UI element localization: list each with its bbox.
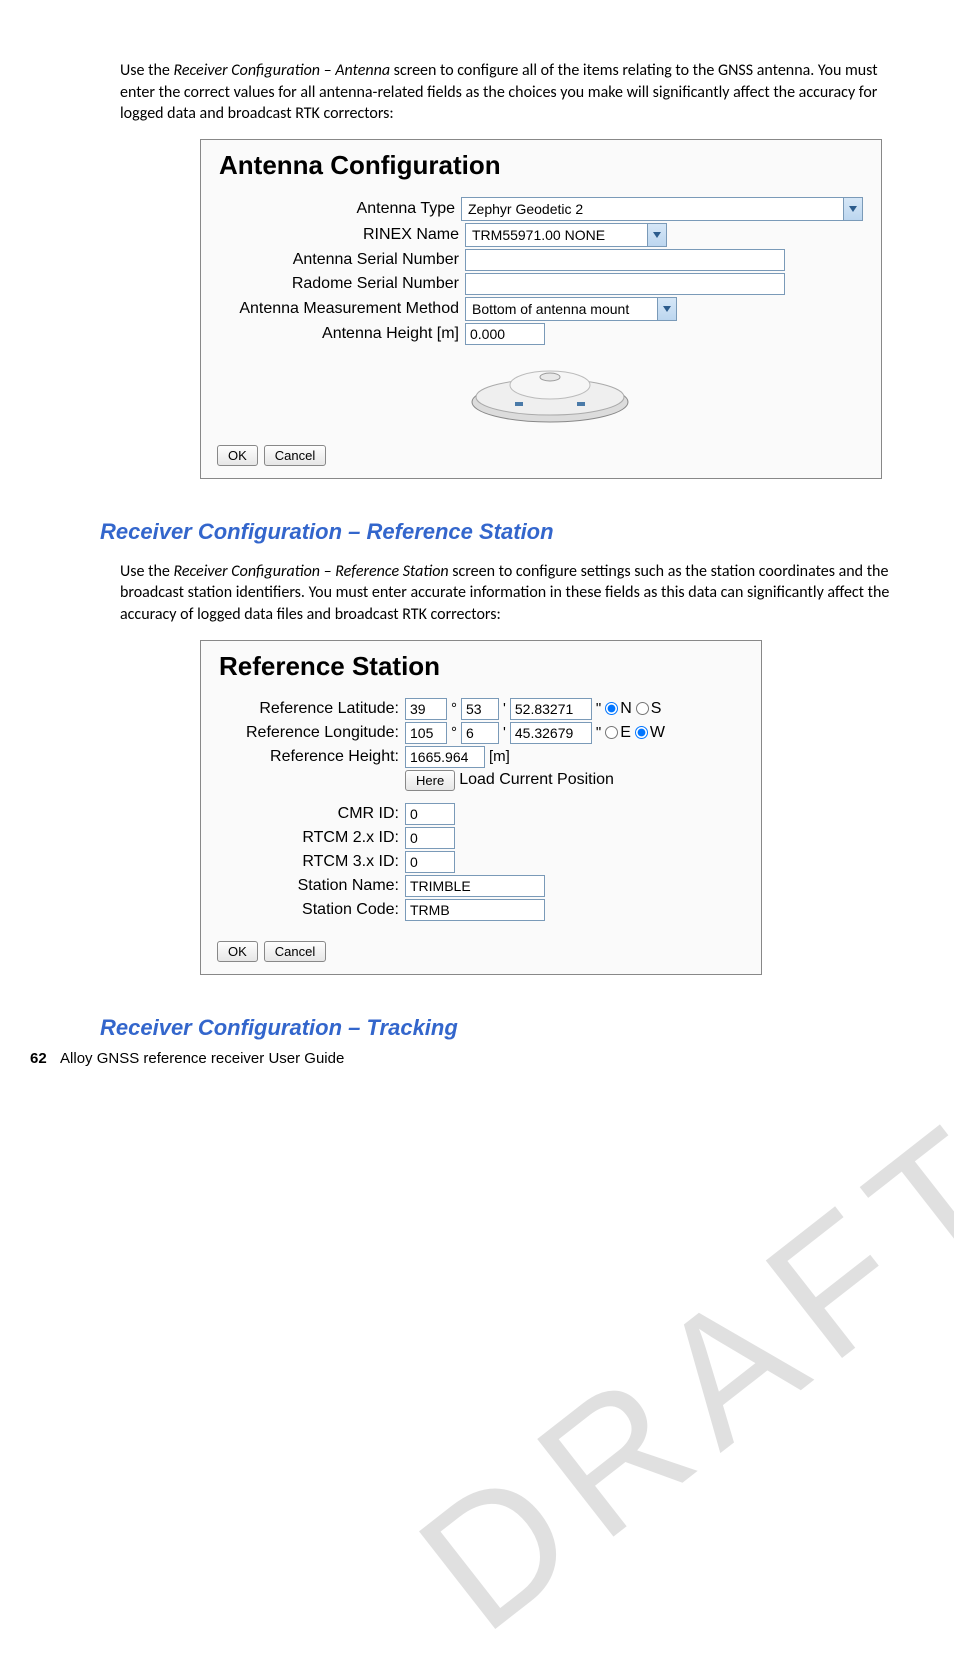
min-symbol: ' <box>503 724 506 741</box>
chevron-down-icon <box>843 198 862 220</box>
lon-west-radio[interactable] <box>635 726 648 739</box>
label-rtcm2-id: RTCM 2.x ID: <box>219 829 405 847</box>
ref-height-input[interactable] <box>405 746 485 768</box>
label-n: N <box>620 700 632 718</box>
label-measurement-method: Antenna Measurement Method <box>219 300 465 318</box>
dropdown-value: Bottom of antenna mount <box>466 298 657 320</box>
cmr-id-input[interactable] <box>405 803 455 825</box>
label-antenna-height: Antenna Height [m] <box>219 325 465 343</box>
intro-antenna-paragraph: Use the Receiver Configuration – Antenna… <box>120 60 894 125</box>
page-footer: 62 Alloy GNSS reference receiver User Gu… <box>30 1050 344 1067</box>
lat-min-input[interactable] <box>461 698 499 720</box>
antenna-type-dropdown[interactable]: Zephyr Geodetic 2 <box>461 197 863 221</box>
chevron-down-icon <box>657 298 676 320</box>
label-antenna-serial: Antenna Serial Number <box>219 251 465 269</box>
label-rinex-name: RINEX Name <box>219 226 465 244</box>
load-current-position-label: Load Current Position <box>459 771 614 789</box>
lat-south-radio[interactable] <box>636 702 649 715</box>
panel-title: Reference Station <box>201 641 761 690</box>
text-italic: Receiver Configuration – Antenna <box>173 61 390 80</box>
intro-refstation-paragraph: Use the Receiver Configuration – Referen… <box>120 561 894 626</box>
rinex-name-dropdown[interactable]: TRM55971.00 NONE <box>465 223 667 247</box>
label-rtcm3-id: RTCM 3.x ID: <box>219 853 405 871</box>
antenna-illustration <box>465 347 635 427</box>
page-number: 62 <box>30 1050 47 1067</box>
label-e: E <box>620 724 631 742</box>
label-antenna-type: Antenna Type <box>219 200 461 218</box>
lat-deg-input[interactable] <box>405 698 447 720</box>
screenshot-reference-station: Reference Station Reference Latitude: ° … <box>200 640 762 975</box>
lon-min-input[interactable] <box>461 722 499 744</box>
footer-title: Alloy GNSS reference receiver User Guide <box>60 1050 344 1067</box>
rtcm3-id-input[interactable] <box>405 851 455 873</box>
station-name-input[interactable] <box>405 875 545 897</box>
antenna-height-input[interactable] <box>465 323 545 345</box>
antenna-serial-input[interactable] <box>465 249 785 271</box>
sec-symbol: " <box>596 724 601 741</box>
lon-deg-input[interactable] <box>405 722 447 744</box>
height-unit: [m] <box>489 748 510 765</box>
sec-symbol: " <box>596 700 601 717</box>
label-cmr-id: CMR ID: <box>219 805 405 823</box>
label-ref-longitude: Reference Longitude: <box>219 724 405 742</box>
lon-sec-input[interactable] <box>510 722 592 744</box>
lat-north-radio[interactable] <box>605 702 618 715</box>
min-symbol: ' <box>503 700 506 717</box>
text: Use the <box>120 562 173 581</box>
ok-button[interactable]: OK <box>217 445 258 466</box>
radome-serial-input[interactable] <box>465 273 785 295</box>
label-radome-serial: Radome Serial Number <box>219 275 465 293</box>
label-station-name: Station Name: <box>219 877 405 895</box>
lat-sec-input[interactable] <box>510 698 592 720</box>
heading-tracking: Receiver Configuration – Tracking <box>100 1015 894 1041</box>
heading-reference-station: Receiver Configuration – Reference Stati… <box>100 519 894 545</box>
measurement-method-dropdown[interactable]: Bottom of antenna mount <box>465 297 677 321</box>
chevron-down-icon <box>647 224 666 246</box>
dropdown-value: TRM55971.00 NONE <box>466 224 647 246</box>
label-s: S <box>651 700 662 718</box>
label-station-code: Station Code: <box>219 901 405 919</box>
station-code-input[interactable] <box>405 899 545 921</box>
ok-button[interactable]: OK <box>217 941 258 962</box>
label-ref-height: Reference Height: <box>219 748 405 766</box>
deg-symbol: ° <box>451 724 457 741</box>
cancel-button[interactable]: Cancel <box>264 941 326 962</box>
label-ref-latitude: Reference Latitude: <box>219 700 405 718</box>
lon-east-radio[interactable] <box>605 726 618 739</box>
cancel-button[interactable]: Cancel <box>264 445 326 466</box>
rtcm2-id-input[interactable] <box>405 827 455 849</box>
dropdown-value: Zephyr Geodetic 2 <box>462 198 843 220</box>
text-italic: Receiver Configuration – Reference Stati… <box>173 562 448 581</box>
here-button[interactable]: Here <box>405 770 455 791</box>
deg-symbol: ° <box>451 700 457 717</box>
screenshot-antenna-config: Antenna Configuration Antenna Type Zephy… <box>200 139 882 479</box>
label-w: W <box>650 724 665 742</box>
text: Use the <box>120 61 173 80</box>
panel-title: Antenna Configuration <box>201 140 881 189</box>
